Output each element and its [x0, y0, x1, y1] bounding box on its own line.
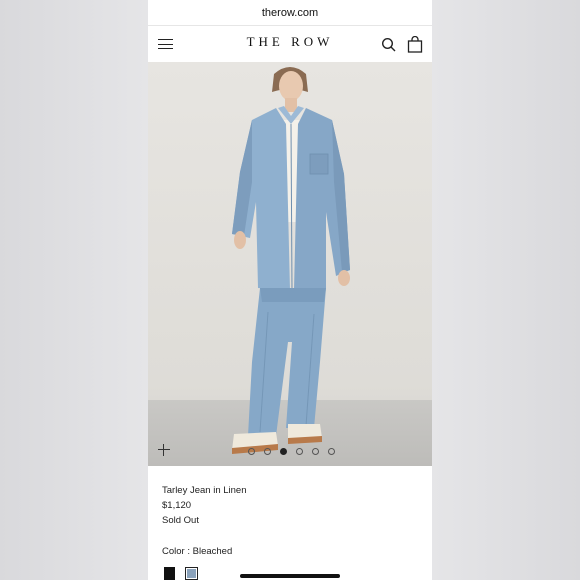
gallery-dot[interactable]	[296, 448, 303, 455]
gallery-dot[interactable]	[312, 448, 319, 455]
color-label: Color : Bleached	[162, 546, 233, 557]
swatch-bleached-selected[interactable]	[185, 567, 198, 580]
url-text: therow.com	[261, 6, 319, 19]
product-photo	[232, 67, 350, 454]
swatch-black[interactable]	[164, 567, 175, 580]
gallery-dot[interactable]	[264, 448, 271, 455]
plus-icon[interactable]	[158, 444, 170, 456]
search-icon[interactable]	[381, 37, 397, 53]
site-header: THE ROW	[148, 26, 432, 62]
gallery-pagination	[248, 448, 335, 455]
product-price: $1,120	[162, 500, 192, 511]
phone-screen: therow.com THE ROW Tarley Jean in Linen …	[148, 0, 432, 580]
product-name: Tarley Jean in Linen	[162, 485, 247, 496]
product-image-gallery[interactable]	[148, 62, 432, 466]
gallery-dot[interactable]	[328, 448, 335, 455]
home-indicator[interactable]	[240, 574, 340, 578]
shopping-bag-icon[interactable]	[407, 35, 423, 53]
gallery-dot-active[interactable]	[280, 448, 287, 455]
product-info: Tarley Jean in Linen $1,120 Sold Out	[162, 483, 247, 528]
availability-status: Sold Out	[162, 515, 199, 526]
browser-address-bar[interactable]: therow.com	[148, 0, 432, 26]
gallery-dot[interactable]	[248, 448, 255, 455]
color-swatches	[164, 567, 198, 580]
